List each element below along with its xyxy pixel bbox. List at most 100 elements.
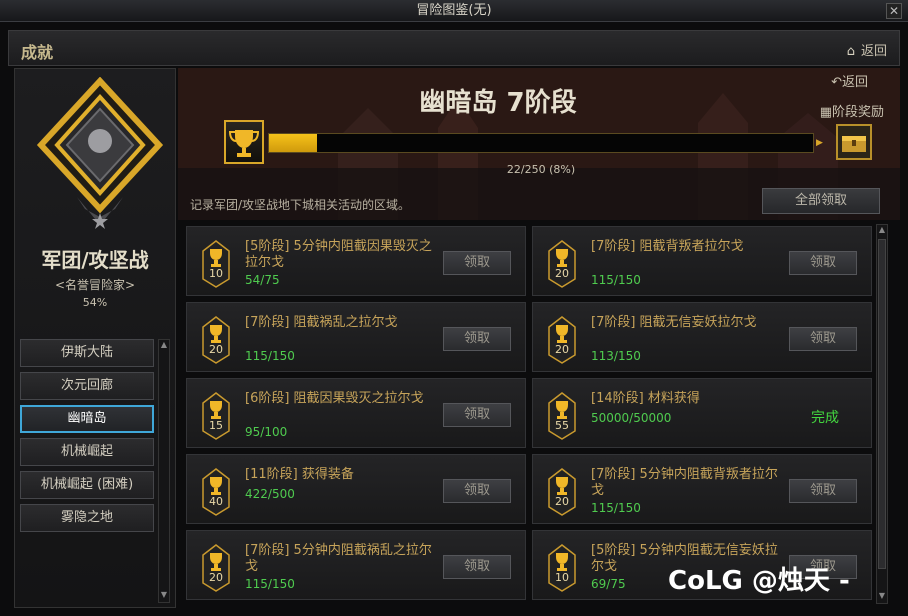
watermark: CoLG @烛天 - [668,566,850,596]
stage-progress-bar [268,133,814,153]
achievement-level: 20 [555,343,569,356]
achievement-level: 15 [209,419,223,432]
stage-progress-fill [269,134,317,152]
region-item-selected[interactable]: 幽暗岛 [20,405,154,433]
achievement-progress: 115/150 [591,501,641,515]
achievement-title: [11阶段] 获得装备 [245,467,354,482]
claim-button[interactable]: 领取 [443,251,511,275]
achievement-level: 20 [555,267,569,280]
stage-progress-text: 22/250 (8%) [506,163,576,176]
stage-banner: 幽暗岛 7阶段 ↶返回 ▦阶段奖励 ▶ 22/250 (8%) 记录军团/攻坚战… [178,68,900,220]
achievement-card: 15 [6阶段] 阻截因果毁灭之拉尔戈 95/100 领取 [186,378,526,448]
region-item[interactable]: 雾隐之地 [20,504,154,532]
home-icon: ⌂ [846,44,855,59]
scroll-down-icon[interactable]: ▼ [877,591,887,603]
banner-back-button[interactable]: ↶返回 [831,71,868,90]
achievement-card: 20 [7阶段] 阻截无信妄妖拉尔戈 113/150 领取 [532,302,872,372]
trophy-icon [201,467,231,517]
gift-icon: ▦ [819,105,832,120]
window-titlebar: 冒险图鉴(无) ✕ [0,0,908,22]
category-panel: 军团/攻坚战 <名誉冒险家> 54% 伊斯大陆 次元回廊 幽暗岛 机械崛起 机械… [14,68,176,608]
close-button[interactable]: ✕ [886,3,902,19]
stage-reward-chest-icon[interactable] [836,124,872,160]
achievement-title: [7阶段] 5分钟内阻截祸乱之拉尔戈 [245,543,432,574]
category-name: 军团/攻坚战 [41,248,149,272]
achievement-level: 10 [555,571,569,584]
achievement-progress: 115/150 [245,349,295,363]
region-item[interactable]: 次元回廊 [20,372,154,400]
page-title: 成就 [21,43,54,62]
back-arrow-icon: ↶ [831,75,842,90]
region-scrollbar[interactable]: ▲ ▼ [158,339,170,603]
region-item[interactable]: 伊斯大陆 [20,339,154,367]
trophy-icon [547,315,577,365]
achievement-progress: 113/150 [591,349,641,363]
trophy-icon [547,467,577,517]
close-icon: ✕ [888,4,900,18]
achievement-title: [5阶段] 5分钟内阻截因果毁灭之拉尔戈 [245,239,432,270]
stage-reward-label: 阶段奖励 [831,105,884,120]
achievement-card: 20 [7阶段] 阻截背叛者拉尔戈 115/150 领取 [532,226,872,296]
achievement-title: [7阶段] 阻截背叛者拉尔戈 [591,239,744,254]
stage-title: 幽暗岛 7阶段 [419,88,577,118]
scroll-up-icon[interactable]: ▲ [159,340,169,352]
claim-all-button[interactable]: 全部领取 [762,188,880,214]
region-item[interactable]: 机械崛起 (困难) [20,471,154,499]
scroll-down-icon[interactable]: ▼ [159,590,169,602]
trophy-icon [201,543,231,593]
achievement-progress: 50000/50000 [591,411,672,425]
scroll-thumb[interactable] [878,239,886,569]
achievement-title: [6阶段] 阻截因果毁灭之拉尔戈 [245,391,424,406]
achievement-card: 40 [11阶段] 获得装备 422/500 领取 [186,454,526,524]
trophy-icon [547,543,577,593]
achievement-level: 20 [209,343,223,356]
achievement-card: 20 [7阶段] 5分钟内阻截背叛者拉尔戈 115/150 领取 [532,454,872,524]
claim-button[interactable]: 领取 [789,251,857,275]
claim-button[interactable]: 领取 [789,327,857,351]
claim-button[interactable]: 领取 [443,555,511,579]
claim-button[interactable]: 领取 [443,327,511,351]
scroll-up-icon[interactable]: ▲ [877,225,887,237]
achievement-progress: 95/100 [245,425,288,439]
category-rank: <名誉冒险家> [54,278,136,292]
achievement-level: 55 [555,419,569,432]
claim-button[interactable]: 领取 [443,479,511,503]
achievement-title: [7阶段] 阻截祸乱之拉尔戈 [245,315,398,330]
achievement-progress: 115/150 [591,273,641,287]
window-title: 冒险图鉴(无) [416,3,492,18]
claim-button[interactable]: 领取 [789,479,857,503]
achievement-title: [7阶段] 5分钟内阻截背叛者拉尔戈 [591,467,778,498]
claim-button[interactable]: 领取 [443,403,511,427]
achievement-level: 20 [555,495,569,508]
category-percent: 54% [82,296,108,309]
achievement-grid: 10 [5阶段] 5分钟内阻截因果毁灭之拉尔戈 54/75 领取 20 [7阶段] 阻截背… [186,226,876,606]
achievement-card: 20 [7阶段] 5分钟内阻截祸乱之拉尔戈 115/150 领取 [186,530,526,600]
trophy-icon [201,315,231,365]
trophy-icon [547,391,577,441]
achievement-progress: 422/500 [245,487,295,501]
region-description: 记录军团/攻坚战地下城相关活动的区域。 [190,198,411,212]
region-item[interactable]: 机械崛起 [20,438,154,466]
achievement-complete-label: 完成 [811,410,839,426]
header-back-button[interactable]: ⌂ 返回 [847,40,887,59]
emblem-icon [36,77,164,229]
region-list: 伊斯大陆 次元回廊 幽暗岛 机械崛起 机械崛起 (困难) 雾隐之地 [20,339,172,537]
achievement-title: [14阶段] 材料获得 [591,391,700,406]
achievement-scrollbar[interactable]: ▲ ▼ [876,224,888,604]
header-back-label: 返回 [860,44,887,59]
banner-back-label: 返回 [841,75,868,90]
achievement-level: 20 [209,571,223,584]
trophy-icon [224,120,264,164]
achievement-progress: 115/150 [245,577,295,591]
achievement-progress: 69/75 [591,577,626,591]
achievement-progress: 54/75 [245,273,280,287]
achievement-title: [7阶段] 阻截无信妄妖拉尔戈 [591,315,757,330]
achievement-card: 20 [7阶段] 阻截祸乱之拉尔戈 115/150 领取 [186,302,526,372]
stage-reward-button[interactable]: ▦阶段奖励 [820,101,884,120]
progress-end-icon: ▶ [816,138,823,148]
achievement-card: 10 [5阶段] 5分钟内阻截因果毁灭之拉尔戈 54/75 领取 [186,226,526,296]
achievement-level: 40 [209,495,223,508]
trophy-icon [201,239,231,289]
trophy-icon [201,391,231,441]
achievement-level: 10 [209,267,223,280]
